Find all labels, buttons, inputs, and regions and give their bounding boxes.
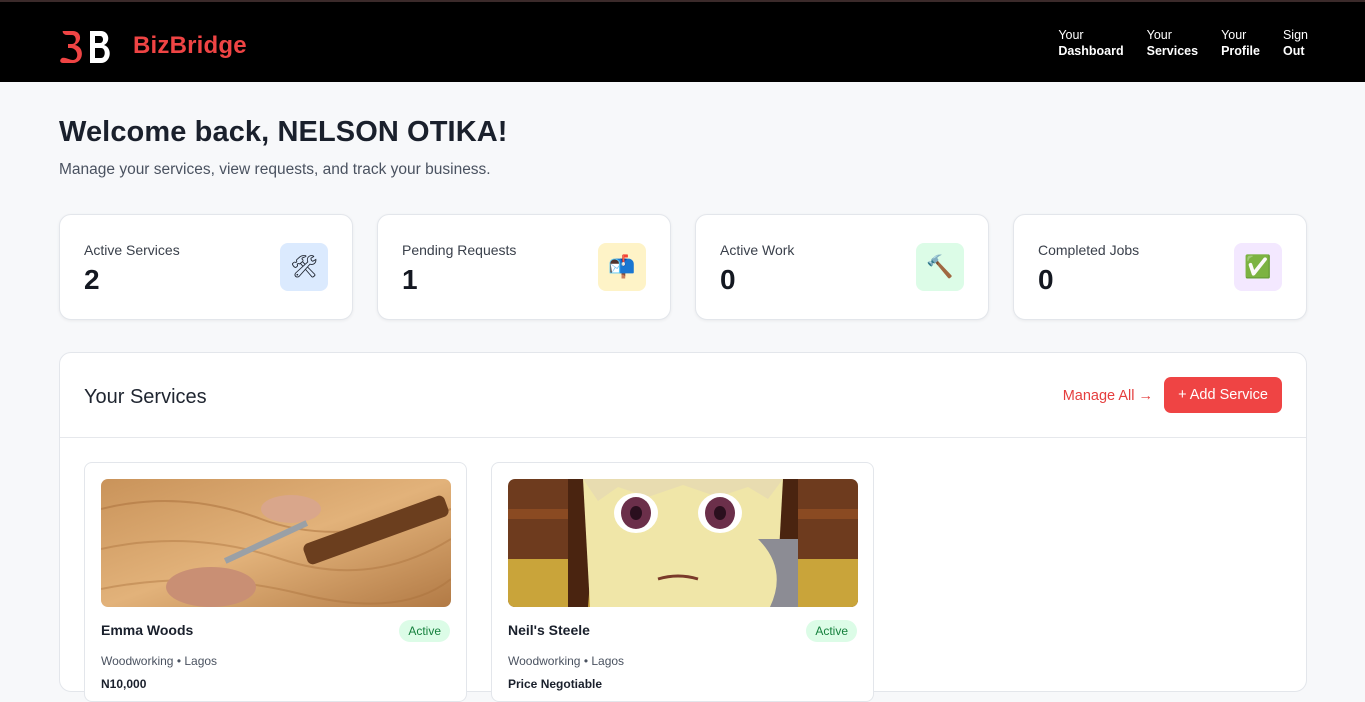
nav-sign-out-line2: Out <box>1282 43 1305 58</box>
nav-dashboard[interactable]: Your Dashboard <box>1058 28 1123 59</box>
stat-label: Active Services <box>84 242 180 258</box>
top-navbar: BizBridge Your Dashboard Your Services Y… <box>0 0 1365 82</box>
stat-card-pending-requests: Pending Requests 1 📬 <box>377 214 671 320</box>
service-meta: Woodworking • Lagos <box>101 654 218 668</box>
service-name: Neil's Steele <box>508 622 590 638</box>
nav-services-line2: Services <box>1146 43 1199 58</box>
logo[interactable] <box>59 27 113 67</box>
service-card[interactable]: Emma Woods Active Woodworking • Lagos N1… <box>84 462 467 702</box>
nav-profile[interactable]: Your Profile <box>1221 28 1260 59</box>
status-badge: Active <box>399 620 450 642</box>
nav-services[interactable]: Your Services <box>1147 28 1198 59</box>
stat-value: 0 <box>720 264 736 295</box>
welcome-title: Welcome back, NELSON OTIKA! <box>59 116 508 148</box>
stat-value: 2 <box>84 264 100 295</box>
stat-card-active-services: Active Services 2 🛠 <box>59 214 353 320</box>
stat-value: 0 <box>1038 264 1054 295</box>
add-service-button[interactable]: + Add Service <box>1164 377 1282 413</box>
bizbridge-logo-icon <box>59 27 113 67</box>
services-panel: Your Services Manage All → + Add Service <box>59 352 1307 702</box>
hammer-icon: 🔨 <box>916 243 964 291</box>
nav-dashboard-line1: Your <box>1058 28 1084 42</box>
service-price: Price Negotiable <box>508 677 603 691</box>
services-panel-header: Your Services Manage All → + Add Service <box>60 353 1306 438</box>
mailbox-icon: 📬 <box>598 243 646 291</box>
manage-all-link[interactable]: Manage All → <box>1063 388 1153 404</box>
nav-sign-out-line1: Sign <box>1282 28 1308 42</box>
nav-sign-out[interactable]: Sign Out <box>1283 28 1308 59</box>
welcome-subtitle: Manage your services, view requests, and… <box>59 161 491 178</box>
nav-services-line1: Your <box>1146 28 1172 42</box>
stat-card-completed-jobs: Completed Jobs 0 ✅ <box>1013 214 1307 320</box>
service-image-woodcarving <box>101 479 451 607</box>
check-icon: ✅ <box>1234 243 1282 291</box>
main-nav: Your Dashboard Your Services Your Profil… <box>1058 28 1308 59</box>
stat-value: 1 <box>402 264 418 295</box>
nav-profile-line2: Profile <box>1221 43 1260 58</box>
status-badge: Active <box>806 620 857 642</box>
service-price: N10,000 <box>101 677 147 691</box>
nav-profile-line1: Your <box>1221 28 1247 42</box>
services-title: Your Services <box>84 386 207 408</box>
nav-dashboard-line2: Dashboard <box>1058 43 1124 58</box>
brand-name[interactable]: BizBridge <box>133 32 247 60</box>
service-card[interactable]: Neil's Steele Active Woodworking • Lagos… <box>491 462 874 702</box>
tools-icon: 🛠 <box>280 243 328 291</box>
service-name: Emma Woods <box>101 622 194 638</box>
stat-label: Pending Requests <box>402 242 517 258</box>
stat-label: Completed Jobs <box>1038 242 1140 258</box>
service-image-anime-character <box>508 479 858 607</box>
service-meta: Woodworking • Lagos <box>508 654 625 668</box>
stat-card-active-work: Active Work 0 🔨 <box>695 214 989 320</box>
stat-label: Active Work <box>720 242 795 258</box>
